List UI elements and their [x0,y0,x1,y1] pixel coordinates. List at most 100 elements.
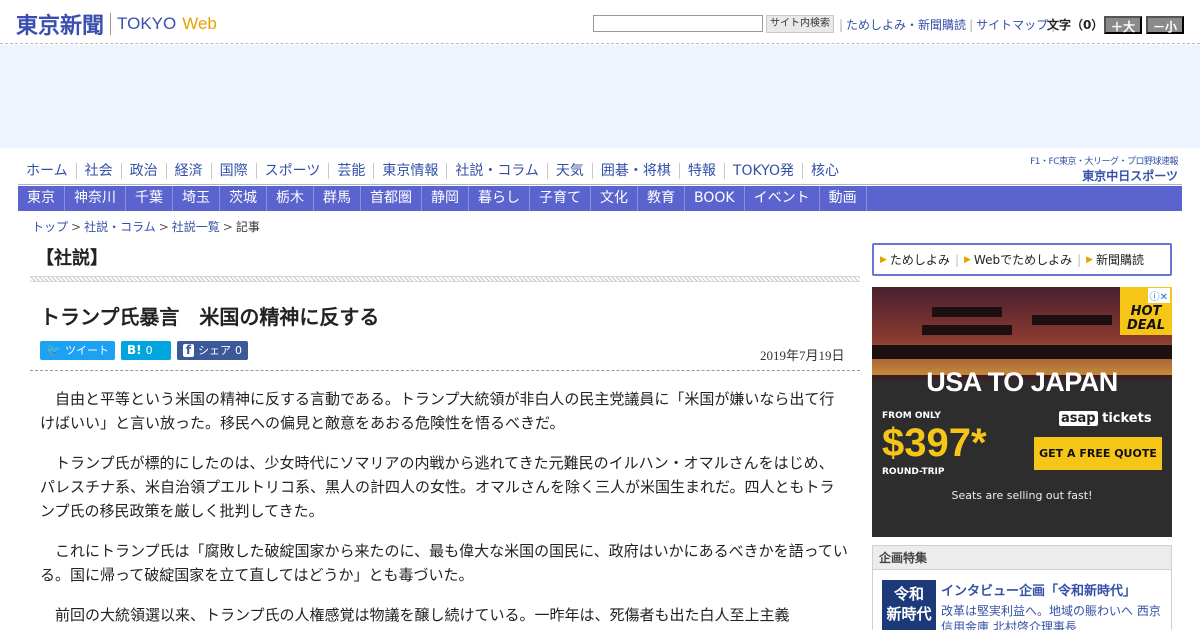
facebook-share-label: シェア [198,344,231,357]
twitter-bird-icon: 🐦 [46,343,61,357]
web-trial-read-link[interactable]: Webでためしよみ [974,251,1072,268]
region-ibaraki[interactable]: 茨城 [220,186,267,211]
hatena-bookmark-icon: B! [127,343,142,357]
font-larger-button[interactable]: ＋大 [1104,16,1142,34]
region-tokyo[interactable]: 東京 [18,186,65,211]
hatena-count: 0 [145,344,153,357]
breadcrumb-top[interactable]: トップ [32,220,68,234]
ad-brand-tickets: tickets [1102,411,1152,426]
article-paragraph: トランプ氏が標的にしたのは、少女時代にソマリアの内戦から逃れてきた元難民のイルハ… [40,454,835,520]
region-bunka[interactable]: 文化 [591,186,638,211]
breadcrumb-editorial-list[interactable]: 社説一覧 [172,220,220,234]
top-ad-banner[interactable] [0,45,1200,148]
article-title: トランプ氏暴言 米国の精神に反する [40,305,380,329]
nav-politics[interactable]: 政治 [120,163,166,179]
util-link-sitemap[interactable]: サイトマップ [976,16,1048,33]
article-paragraph: 前回の大統領選以来、トランプ氏の人権感覚は物議を醸し続けている。一昨年は、死傷者… [55,606,790,624]
breadcrumb-separator: > [71,220,82,234]
nav-special[interactable]: 特報 [678,163,724,179]
region-kyoiku[interactable]: 教育 [638,186,685,211]
ad-headline: USA TO JAPAN [926,367,1118,397]
site-logo[interactable]: 東京新聞 TOKYO Web [16,8,217,40]
ad-pagoda-shape [872,345,1172,359]
breadcrumb-current: 記事 [235,220,260,234]
link-separator: | [1077,252,1082,267]
region-chiba[interactable]: 千葉 [126,186,173,211]
arrow-right-icon: ▶ [880,254,887,265]
region-event[interactable]: イベント [745,186,820,211]
section-divider [30,276,860,282]
article-paragraph: 自由と平等という米国の精神に反する言動である。トランプ大統領が非白人の民主党議員… [40,390,835,432]
section-label: 【社説】 [36,248,108,269]
nav-society[interactable]: 社会 [75,163,121,179]
font-size-label: 文字（0） [1047,18,1104,32]
nav-editorial[interactable]: 社説・コラム [446,163,547,179]
nav-economy[interactable]: 経済 [165,163,211,179]
trial-read-link[interactable]: ためしよみ [890,251,950,268]
ad-from-label: FROM ONLY [882,411,941,421]
arrow-right-icon: ▶ [963,254,971,265]
breadcrumb: トップ > 社説・コラム > 社説一覧 > 記事 [32,218,260,235]
logo-divider [110,13,112,35]
util-separator: | [839,17,844,32]
ad-tagline: Seats are selling out fast! [951,489,1093,502]
region-nav: 東京 神奈川 千葉 埼玉 茨城 栃木 群馬 首都圏 静岡 暮らし 子育て 文化 … [18,186,1182,211]
reiwa-thumb-line2: 新時代 [886,605,932,623]
font-smaller-button[interactable]: －小 [1146,16,1184,34]
featured-projects-header: 企画特集 [873,546,1171,570]
sidebar-ad[interactable]: HOT DEAL ⓘ✕ USA TO JAPAN FROM ONLY $397*… [872,287,1172,537]
reiwa-interview-title[interactable]: インタビュー企画「令和新時代」 [941,580,1136,599]
tweet-button[interactable]: 🐦 ツイート [40,341,115,360]
site-search-input[interactable] [593,15,763,32]
nav-home[interactable]: ホーム [18,163,76,179]
nav-entertainment[interactable]: 芸能 [328,163,373,179]
chunichi-sports-logo: 東京中日スポーツ [1082,169,1178,183]
region-shutoken[interactable]: 首都圏 [361,186,422,211]
region-kosodate[interactable]: 子育て [530,186,591,211]
facebook-share-count: 0 [235,344,242,357]
ad-quote-button[interactable]: GET A FREE QUOTE [1034,437,1162,470]
chunichi-sports-link[interactable]: F1・FC東京・大リーグ・プロ野球速報 東京中日スポーツ [1030,154,1178,184]
ad-price: $397* [882,421,987,465]
reiwa-thumbnail[interactable]: 令和 新時代 [882,580,936,630]
ad-pagoda-shape [932,307,1002,317]
breadcrumb-separator: > [158,220,169,234]
region-shizuoka[interactable]: 静岡 [422,186,469,211]
reiwa-interview-desc[interactable]: 改革は堅実利益へ。地域の賑わいへ 西京信用金庫 北村啓介理事長 [941,603,1167,630]
region-kurashi[interactable]: 暮らし [469,186,530,211]
region-book[interactable]: BOOK [685,186,745,211]
utility-links: | ためしよみ・新聞購読 | サイトマップ | [836,16,1058,33]
ad-pagoda-shape [1032,315,1112,325]
region-kanagawa[interactable]: 神奈川 [65,186,126,211]
ad-roundtrip-label: ROUND-TRIP [882,467,945,477]
ad-brand-logo: asap tickets [1059,411,1152,426]
hatena-bookmark-button[interactable]: B! 0 [121,341,171,360]
featured-projects-box: 企画特集 令和 新時代 インタビュー企画「令和新時代」 改革は堅実利益へ。地域の… [872,545,1172,630]
breadcrumb-editorial[interactable]: 社説・コラム [84,220,156,234]
subscription-links: ▶ ためしよみ | ▶ Webでためしよみ | ▶ 新聞購読 [872,243,1172,276]
nav-weather[interactable]: 天気 [546,163,592,179]
nav-tokyo-hatsu[interactable]: TOKYO発 [723,163,802,179]
region-tochigi[interactable]: 栃木 [267,186,314,211]
region-video[interactable]: 動画 [820,186,867,211]
site-search-button[interactable]: サイト内検索 [766,15,834,33]
article-paragraph: これにトランプ氏は「腐敗した破綻国家から来たのに、最も偉大な米国の国民に、政府は… [40,542,848,584]
ad-pagoda-shape [922,325,1012,335]
ad-choices-close-icon[interactable]: ⓘ✕ [1147,288,1170,303]
region-gunma[interactable]: 群馬 [314,186,361,211]
chunichi-sports-tagline: F1・FC東京・大リーグ・プロ野球速報 [1030,157,1178,167]
facebook-icon: f [183,344,194,357]
logo-web: Web [182,14,217,33]
nav-kakushin[interactable]: 核心 [801,163,847,179]
site-header: 東京新聞 TOKYO Web サイト内検索 | ためしよみ・新聞購読 | サイト… [0,0,1200,44]
nav-international[interactable]: 国際 [210,163,256,179]
arrow-right-icon: ▶ [1086,254,1094,265]
nav-go-shogi[interactable]: 囲碁・将棋 [591,163,679,179]
nav-tokyo-info[interactable]: 東京情報 [373,163,446,179]
article-header-rule [30,370,860,371]
nav-sports[interactable]: スポーツ [255,163,329,179]
util-link-subscribe[interactable]: ためしよみ・新聞購読 [846,16,966,33]
facebook-share-button[interactable]: f シェア 0 [177,341,248,360]
subscribe-link[interactable]: 新聞購読 [1096,251,1144,268]
region-saitama[interactable]: 埼玉 [173,186,220,211]
